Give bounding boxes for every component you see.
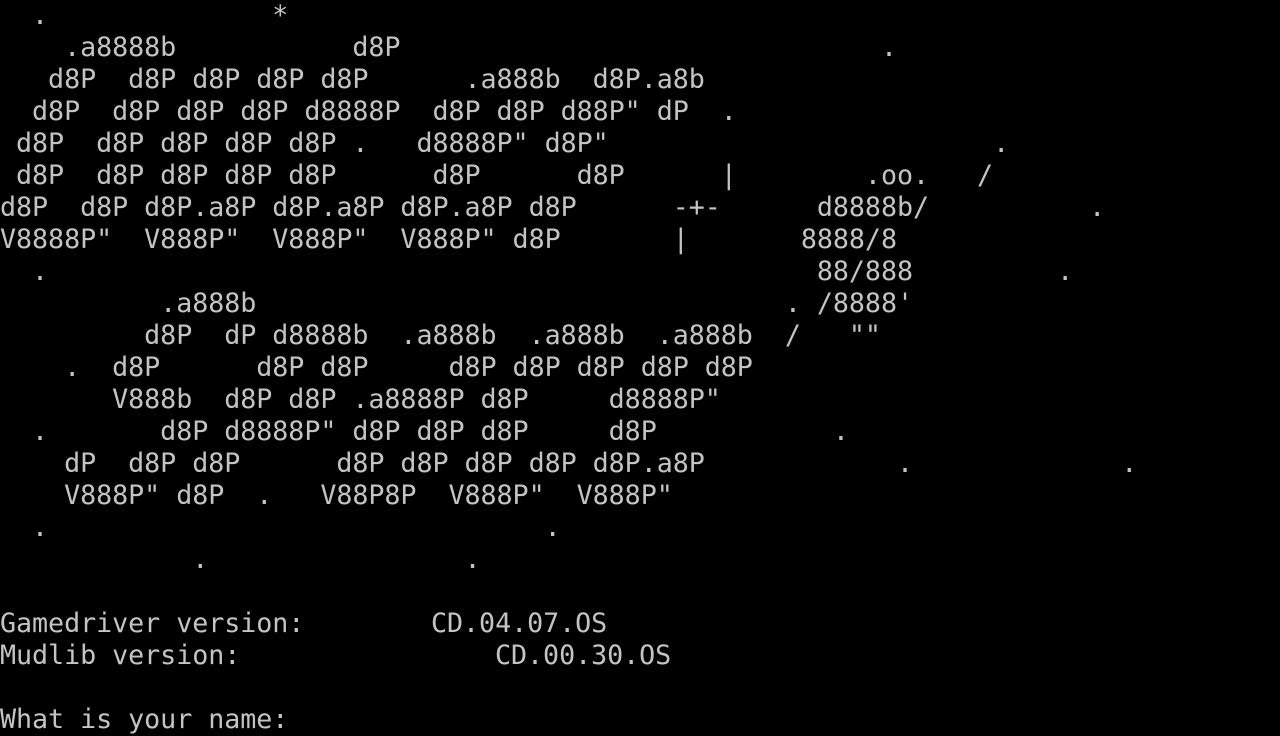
- name-prompt-row[interactable]: What is your name:: [0, 704, 320, 736]
- mudlib-version-value: CD.00.30.OS: [495, 640, 672, 671]
- mudlib-version-row: Mudlib version: CD.00.30.OS: [0, 640, 671, 672]
- gamedriver-version-row: Gamedriver version: CD.04.07.OS: [0, 608, 607, 640]
- name-prompt-label: What is your name:: [0, 704, 305, 735]
- name-input[interactable]: [304, 704, 320, 732]
- terminal-screen[interactable]: . * .a8888b d8P . d8P d8P d8P d8P d8P .a…: [0, 0, 1280, 736]
- gamedriver-version-label: Gamedriver version:: [0, 608, 305, 639]
- mudlib-version-label: Mudlib version:: [0, 640, 241, 671]
- ascii-art-banner: . * .a8888b d8P . d8P d8P d8P d8P d8P .a…: [0, 0, 1138, 575]
- gamedriver-version-value: CD.04.07.OS: [431, 608, 608, 639]
